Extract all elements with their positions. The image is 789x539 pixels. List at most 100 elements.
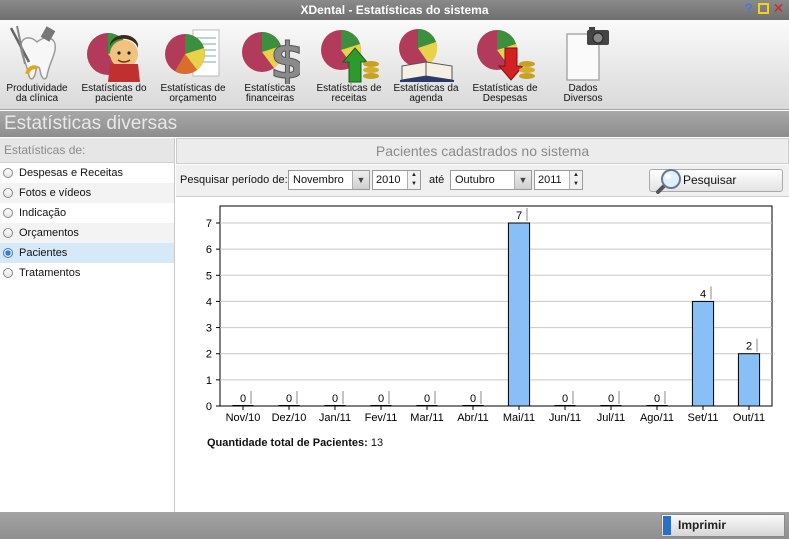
magnifier-icon — [656, 169, 681, 194]
print-button[interactable]: Imprimir — [661, 514, 785, 537]
toolbar-item-estatisticas-financeiras[interactable]: $ Estatísticas financeiras — [230, 20, 310, 110]
radio-button[interactable] — [3, 228, 13, 238]
radio-button[interactable] — [3, 188, 13, 198]
bar — [737, 353, 761, 407]
y-tick-label: 7 — [206, 218, 212, 230]
option-label: Despesas e Receitas — [19, 167, 123, 179]
data-label: 0 — [470, 393, 476, 405]
toolbar-item-dados-diversos[interactable]: Dados Diversos — [543, 20, 623, 110]
total-label: Quantidade total de Pacientes: — [207, 437, 368, 449]
spinner-arrows-icon[interactable]: ▲ ▼ — [407, 171, 420, 189]
spin-down-icon[interactable]: ▼ — [411, 181, 417, 187]
from-year-spinner[interactable]: 2010 ▲ ▼ — [372, 170, 421, 190]
data-label: 0 — [608, 393, 614, 405]
window-controls: ? ✕ — [742, 1, 785, 15]
main-toolbar: Produtividade da clínica Estatísticas do p… — [0, 20, 789, 110]
option-tratamentos[interactable]: Tratamentos — [0, 263, 174, 283]
chevron-down-icon[interactable]: ▼ — [352, 171, 369, 189]
radio-button[interactable] — [3, 208, 13, 218]
toolbar-label-line2: orçamento — [169, 93, 217, 104]
section-header: Estatísticas diversas — [0, 111, 789, 137]
radio-button-selected[interactable] — [3, 248, 13, 258]
x-tick-label: Abr/11 — [457, 412, 489, 424]
data-label: 4 — [700, 288, 706, 300]
pie-agenda-icon — [399, 29, 454, 82]
search-button[interactable]: Pesquisar — [649, 169, 783, 194]
pie-patient-icon — [87, 33, 140, 82]
x-tick-label: Dez/10 — [272, 412, 307, 424]
pie-budget-icon — [165, 29, 220, 77]
maximize-icon[interactable] — [758, 3, 769, 14]
bar — [691, 300, 715, 407]
x-tick-label: Jan/11 — [319, 412, 351, 424]
x-tick-label: Fev/11 — [365, 412, 398, 424]
x-tick-label: Jun/11 — [549, 412, 581, 424]
period-label: Pesquisar período de: — [180, 174, 288, 186]
option-label: Tratamentos — [19, 267, 81, 279]
svg-text:$: $ — [270, 32, 300, 84]
y-tick-label: 3 — [206, 323, 212, 335]
section-title: Estatísticas diversas — [4, 113, 178, 134]
bar — [507, 222, 531, 407]
option-label: Fotos e vídeos — [19, 187, 92, 199]
x-tick-label: Ago/11 — [640, 412, 674, 424]
data-label: 0 — [240, 393, 246, 405]
to-year-value: 2011 — [538, 174, 562, 186]
toolbar-item-estatisticas-despesas[interactable]: Estatísticas de Despesas — [465, 20, 545, 110]
option-pacientes[interactable]: Pacientes — [0, 243, 174, 263]
y-tick-label: 4 — [206, 296, 212, 308]
x-tick-label: Mar/11 — [410, 412, 443, 424]
from-month-select[interactable]: Novembro ▼ — [288, 170, 370, 190]
toolbar-label-line2: financeiras — [245, 93, 295, 104]
data-label: 0 — [654, 393, 660, 405]
print-button-label: Imprimir — [678, 518, 727, 532]
pie-expense-icon — [477, 30, 535, 81]
option-fotos-videos[interactable]: Fotos e vídeos — [0, 183, 174, 203]
radio-button[interactable] — [3, 168, 13, 178]
data-label: 7 — [516, 210, 522, 222]
data-label: 2 — [746, 341, 752, 353]
spin-down-icon[interactable]: ▼ — [573, 181, 579, 187]
pie-income-icon — [321, 30, 379, 83]
spin-up-icon[interactable]: ▲ — [411, 172, 417, 178]
toolbar-item-produtividade[interactable]: Produtividade da clínica — [0, 20, 77, 110]
to-year-spinner[interactable]: 2011 ▲ ▼ — [534, 170, 583, 190]
patients-bar-chart: 0 1 2 3 4 5 6 7 0 Nov/10 0 Dez/10 0 Jan/11 0 Fev/11 0 Mar… — [206, 205, 773, 424]
x-tick-label: Out/11 — [733, 412, 765, 424]
statistics-sidebar: Estatísticas de: Despesas e Receitas Fot… — [0, 138, 175, 512]
spin-up-icon[interactable]: ▲ — [573, 172, 579, 178]
chart-area: 0 1 2 3 4 5 6 7 0 Nov/10 0 Dez/10 0 Jan/11 0 Fev/11 0 Mar… — [176, 198, 789, 511]
toolbar-item-estatisticas-agenda[interactable]: Estatísticas da agenda — [386, 20, 466, 110]
until-label: até — [429, 174, 445, 186]
chevron-down-icon[interactable]: ▼ — [514, 171, 531, 189]
period-filter: Pesquisar período de: Novembro ▼ 2010 ▲ ▼… — [176, 165, 789, 197]
option-despesas-receitas[interactable]: Despesas e Receitas — [0, 163, 174, 183]
radio-button[interactable] — [3, 268, 13, 278]
option-orcamentos[interactable]: Orçamentos — [0, 223, 174, 243]
option-label: Indicação — [19, 207, 67, 219]
to-month-value: Outubro — [455, 174, 495, 186]
x-tick-label: Mai/11 — [503, 412, 535, 424]
title-bar: XDental - Estatísticas do sistema ? ✕ — [0, 0, 789, 20]
x-tick-label: Set/11 — [688, 412, 719, 424]
toolbar-label-line2: receitas — [331, 93, 367, 104]
option-indicacao[interactable]: Indicação — [0, 203, 174, 223]
close-icon[interactable]: ✕ — [772, 1, 785, 15]
help-icon[interactable]: ? — [742, 1, 755, 15]
y-tick-label: 5 — [206, 270, 212, 282]
x-tick-label: Nov/10 — [226, 412, 261, 424]
x-tick-label: Jul/11 — [597, 412, 626, 424]
toolbar-label-line2: agenda — [409, 93, 443, 104]
data-label: 0 — [286, 393, 292, 405]
toolbar-item-estatisticas-receitas[interactable]: Estatísticas de receitas — [309, 20, 389, 110]
pie-dollar-icon: $ — [242, 32, 300, 84]
to-month-select[interactable]: Outubro ▼ — [450, 170, 532, 190]
tooth-tools-icon — [9, 25, 56, 80]
toolbar-item-estatisticas-paciente[interactable]: Estatísticas do paciente — [74, 20, 154, 110]
data-label: 0 — [562, 393, 568, 405]
status-bar: Imprimir — [0, 512, 789, 539]
toolbar-item-estatisticas-orcamento[interactable]: Estatísticas de orçamento — [153, 20, 233, 110]
search-button-label: Pesquisar — [683, 173, 737, 187]
spinner-arrows-icon[interactable]: ▲ ▼ — [569, 171, 582, 189]
y-tick-label: 0 — [206, 401, 212, 413]
